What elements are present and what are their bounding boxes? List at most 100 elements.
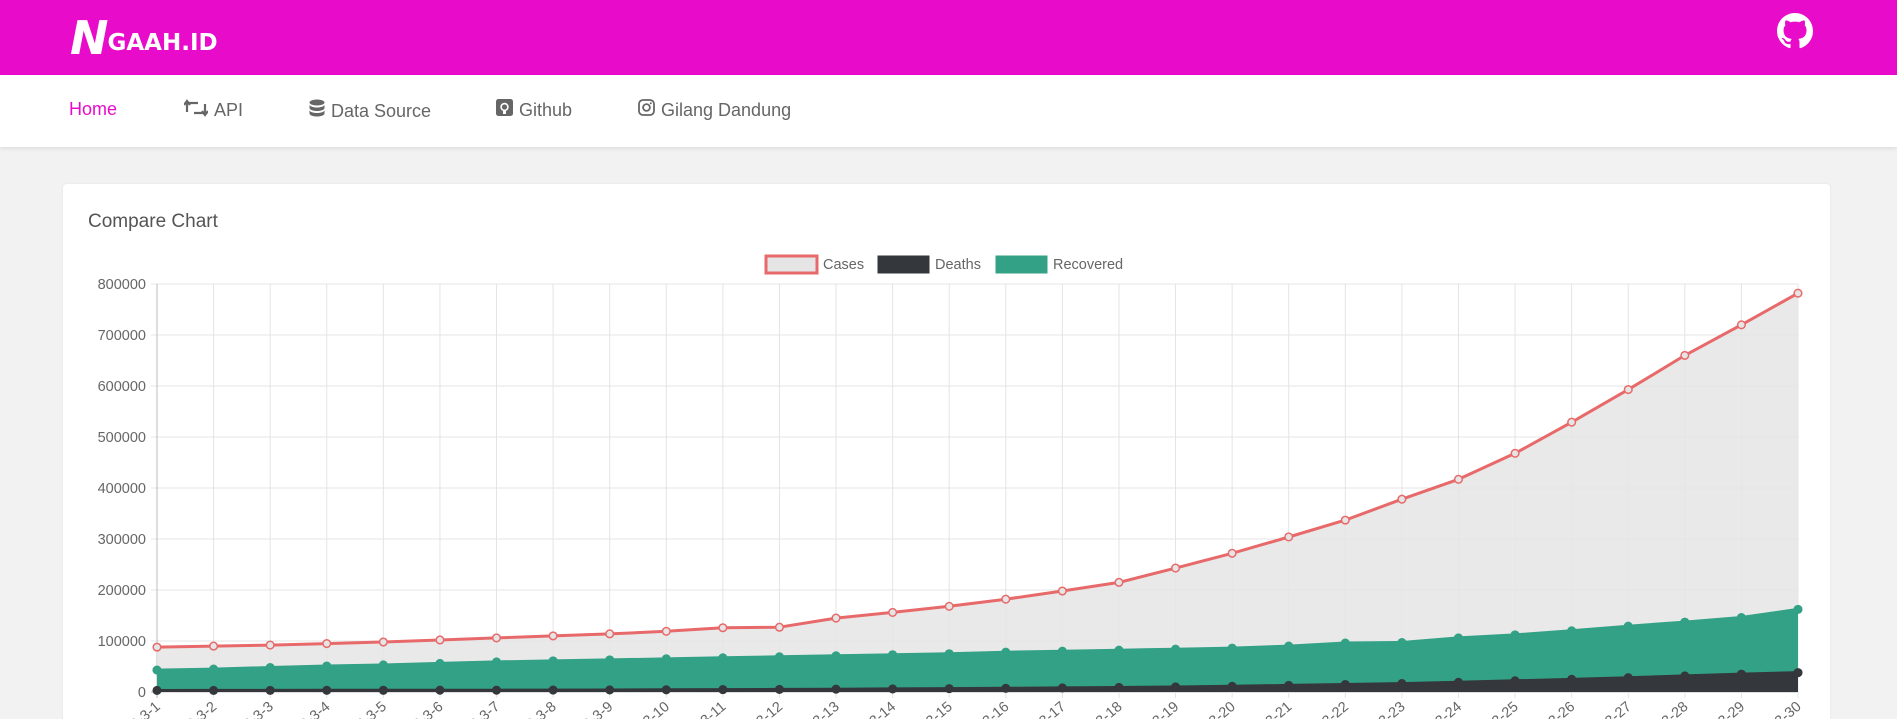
x-tick-label: 2020-3-1 — [109, 699, 164, 719]
y-tick-label: 400000 — [98, 481, 146, 497]
x-tick-label: 2020-3-24 — [1404, 699, 1465, 719]
deaths-point — [1114, 682, 1124, 693]
legend-swatch — [877, 255, 930, 274]
x-tick-label: 2020-3-22 — [1291, 699, 1352, 719]
recovered-point — [1227, 643, 1237, 653]
deaths-point — [1001, 683, 1011, 693]
nav-home[interactable]: Home — [69, 99, 117, 120]
compare-chart-card: Compare Chart 0 100000 200000 300000 400000 5… — [63, 184, 1830, 719]
legend-item-deaths: Deaths — [877, 255, 981, 274]
y-tick-label: 200000 — [98, 583, 146, 599]
cases-point — [322, 639, 332, 649]
y-tick-label: 500000 — [98, 430, 146, 446]
github-square-icon — [496, 99, 519, 121]
cases-point — [1567, 417, 1577, 427]
x-tick-label: 2020-3-13 — [782, 699, 843, 719]
top-header: N GAAH.ID — [0, 0, 1897, 75]
recovered-point — [491, 657, 502, 667]
cases-point — [152, 642, 162, 652]
recovered-point — [774, 652, 784, 662]
legend-item-recovered: Recovered — [995, 255, 1123, 274]
deaths-point — [1397, 679, 1407, 689]
recovered-point — [1057, 646, 1067, 656]
cases-point — [209, 641, 219, 651]
deaths-point — [1057, 683, 1067, 693]
y-tick-label: 800000 — [98, 277, 146, 293]
cases-point — [1340, 515, 1350, 525]
deaths-point — [1227, 681, 1237, 691]
deaths-point — [605, 685, 615, 695]
legend-item-cases: Cases — [764, 254, 864, 275]
brand-logo[interactable]: N GAAH.ID — [70, 14, 218, 62]
nav-github-label: Github — [519, 99, 573, 120]
deaths-point — [1284, 680, 1294, 690]
x-tick-label: 2020-3-20 — [1178, 699, 1239, 719]
nav-api-label: API — [214, 100, 244, 120]
x-tick-label: 2020-3-6 — [392, 699, 447, 719]
cases-point — [1114, 577, 1124, 587]
github-icon[interactable] — [1777, 13, 1813, 49]
recovered-point — [1397, 637, 1407, 648]
compare-chart: 0 100000 200000 300000 400000 500000 600000 700… — [98, 254, 1805, 719]
cases-point — [661, 626, 671, 636]
nav-data-source[interactable]: Data Source — [309, 99, 431, 124]
cases-point — [1680, 350, 1690, 360]
deaths-point — [265, 685, 275, 695]
deaths-point — [718, 685, 728, 695]
x-tick-label: 2020-3-25 — [1461, 699, 1522, 719]
recovered-point — [944, 649, 954, 659]
x-tick-label: 2020-3-3 — [222, 699, 277, 719]
y-tick-label: 300000 — [98, 532, 146, 548]
nav-instagram[interactable]: Gilang Dandung — [638, 99, 791, 121]
cases-point — [378, 637, 388, 647]
recovered-point — [605, 655, 615, 665]
deaths-point — [1340, 679, 1350, 690]
deaths-point — [1736, 669, 1746, 679]
deaths-point — [548, 685, 558, 695]
recovered-point — [152, 665, 162, 675]
cases-point — [605, 629, 615, 639]
cases-point — [491, 633, 502, 643]
deaths-point — [1680, 671, 1690, 681]
recovered-point — [1284, 641, 1294, 651]
deaths-point — [944, 684, 954, 694]
cases-point — [1057, 586, 1067, 596]
cases-point — [1736, 320, 1746, 330]
deaths-point — [1453, 677, 1464, 687]
deaths-point — [209, 685, 219, 695]
main-nav: Home API Data Source Github Gilang Dandu… — [0, 75, 1897, 147]
x-tick-label: 2020-3-4 — [279, 699, 334, 719]
recovered-point — [265, 662, 275, 673]
cases-point — [1397, 494, 1407, 504]
cases-point — [1171, 563, 1181, 573]
deaths-point — [1567, 674, 1577, 684]
retweet-icon — [183, 99, 214, 122]
y-tick-label: 700000 — [98, 328, 146, 344]
cases-point — [831, 613, 841, 623]
cases-point — [1284, 532, 1294, 542]
legend-label: Cases — [823, 257, 864, 273]
recovered-point — [1001, 647, 1011, 657]
cases-point — [718, 623, 728, 633]
recovered-point — [718, 653, 728, 663]
recovered-point — [1171, 644, 1181, 654]
x-tick-label: 2020-3-15 — [895, 699, 956, 719]
legend-swatch — [995, 255, 1048, 274]
recovered-point — [1567, 626, 1577, 636]
deaths-point — [1510, 676, 1520, 686]
cases-point — [944, 601, 954, 611]
deaths-point — [1623, 673, 1633, 683]
deaths-point — [322, 685, 332, 695]
x-tick-label: 2020-3-12 — [725, 699, 786, 719]
recovered-point — [322, 661, 332, 671]
brand-logo-text: GAAH.ID — [107, 30, 218, 56]
instagram-icon — [638, 99, 661, 121]
recovered-point — [548, 656, 558, 666]
x-tick-label: 2020-3-16 — [951, 699, 1012, 719]
cases-point — [1623, 385, 1633, 395]
nav-api[interactable]: API — [183, 99, 244, 122]
nav-github[interactable]: Github — [496, 99, 572, 121]
x-tick-label: 2020-3-23 — [1348, 699, 1409, 719]
brand-logo-letter: N — [70, 11, 108, 65]
x-tick-label: 2020-3-26 — [1517, 699, 1578, 719]
